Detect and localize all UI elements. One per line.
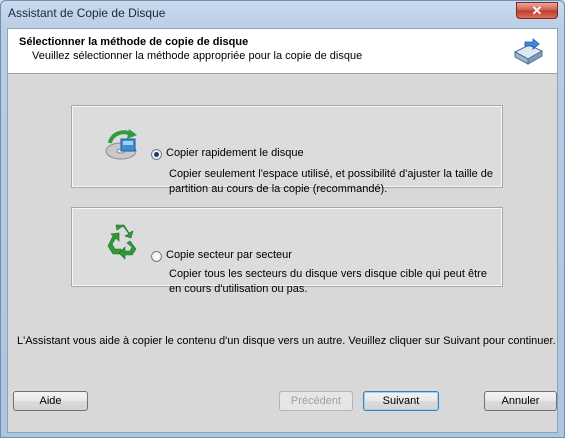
disk-copy-icon	[513, 38, 544, 65]
cancel-button[interactable]: Annuler	[484, 391, 557, 411]
title-bar: Assistant de Copie de Disque ✕	[1, 1, 564, 27]
wizard-footer-text: L'Assistant vous aide à copier le conten…	[17, 335, 556, 347]
wizard-client-area: Sélectionner la méthode de copie de disq…	[7, 28, 558, 433]
wizard-header: Sélectionner la méthode de copie de disq…	[8, 29, 557, 74]
window-title: Assistant de Copie de Disque	[8, 6, 166, 20]
option-sector-copy[interactable]: Copie secteur par secteur Copier tous le…	[71, 207, 503, 295]
recycle-icon	[107, 224, 137, 260]
page-subtitle: Veuillez sélectionner la méthode appropr…	[32, 50, 363, 62]
previous-button[interactable]: Précédent	[279, 391, 353, 411]
radio-sector-copy[interactable]	[151, 251, 162, 262]
option-quick-copy-description: Copier seulement l'espace utilisé, et po…	[169, 168, 493, 195]
option-sector-copy-label[interactable]: Copie secteur par secteur	[166, 249, 292, 261]
radio-quick-copy[interactable]	[151, 149, 162, 160]
next-button[interactable]: Suivant	[363, 391, 439, 411]
wizard-window: Assistant de Copie de Disque ✕ Sélection…	[0, 0, 565, 438]
quick-copy-icon	[105, 129, 137, 160]
help-button[interactable]: Aide	[13, 391, 88, 411]
option-quick-copy-label[interactable]: Copier rapidement le disque	[166, 147, 304, 159]
close-button[interactable]: ✕	[516, 2, 558, 19]
option-quick-copy[interactable]: Copier rapidement le disque Copier seule…	[71, 105, 503, 195]
option-sector-copy-description: Copier tous les secteurs du disque vers …	[169, 268, 487, 295]
page-title: Sélectionner la méthode de copie de disq…	[19, 36, 249, 48]
